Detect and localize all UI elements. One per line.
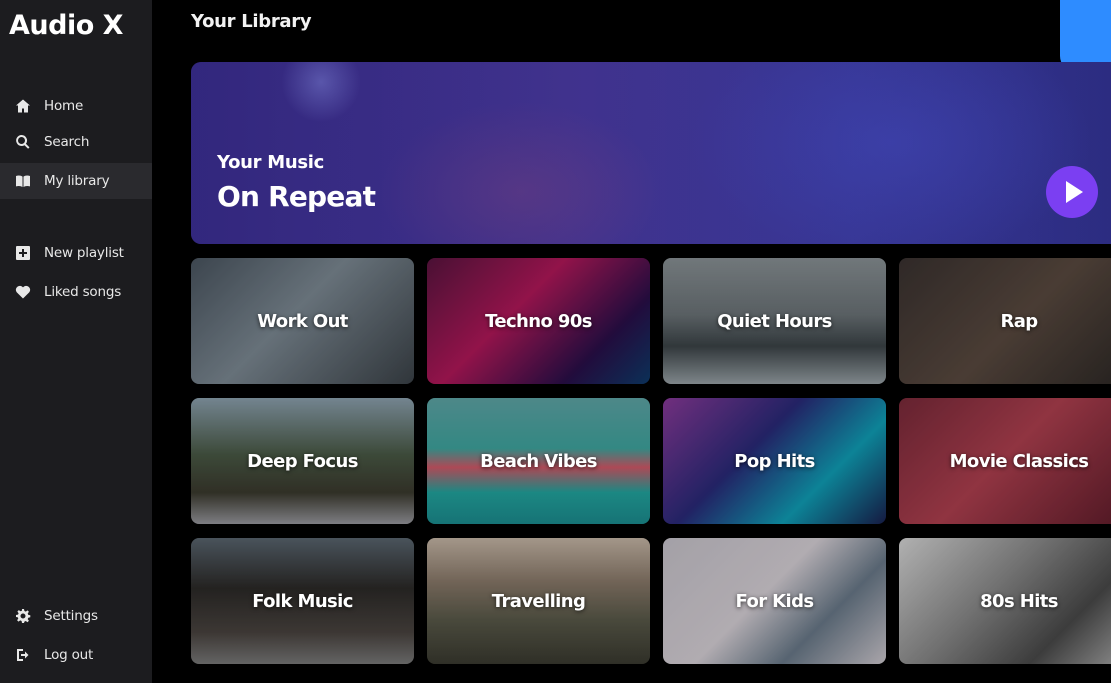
playlist-tile-work-out[interactable]: Work Out [191, 258, 414, 384]
sidebar: Audio X Home Search My library New playl… [0, 0, 152, 683]
sidebar-item-label: Home [44, 98, 84, 114]
sidebar-item-label: Settings [44, 608, 98, 624]
playlist-tile-beach-vibes[interactable]: Beach Vibes [427, 398, 650, 524]
sidebar-item-new-playlist[interactable]: New playlist [0, 235, 152, 271]
playlist-tile-travelling[interactable]: Travelling [427, 538, 650, 664]
tile-label: Beach Vibes [480, 450, 597, 472]
playlist-tile-pop-hits[interactable]: Pop Hits [663, 398, 886, 524]
book-icon [14, 172, 32, 190]
sidebar-item-label: New playlist [44, 245, 124, 261]
tile-label: 80s Hits [980, 590, 1058, 612]
app-logo: Audio X [9, 10, 123, 41]
playlist-tile-for-kids[interactable]: For Kids [663, 538, 886, 664]
sidebar-item-search[interactable]: Search [0, 124, 152, 160]
tile-label: Movie Classics [949, 450, 1089, 472]
page-title: Your Library [191, 11, 312, 32]
logout-icon [14, 646, 32, 664]
tile-label: Folk Music [252, 590, 353, 612]
tile-label: Work Out [257, 310, 348, 332]
sidebar-item-label: Liked songs [44, 284, 122, 300]
sidebar-item-my-library[interactable]: My library [0, 163, 152, 199]
hero-banner-on-repeat[interactable]: Your Music On Repeat [191, 62, 1111, 244]
playlist-tile-deep-focus[interactable]: Deep Focus [191, 398, 414, 524]
tile-label: Travelling [491, 590, 586, 612]
sidebar-item-log-out[interactable]: Log out [0, 637, 152, 673]
tile-label: Pop Hits [734, 450, 815, 472]
sidebar-item-label: Log out [44, 647, 94, 663]
tile-label: Deep Focus [247, 450, 358, 472]
gear-icon [14, 607, 32, 625]
plus-square-icon [14, 244, 32, 262]
main-content: Your Library Your Music On Repeat Work O… [152, 0, 1111, 683]
playlist-tile-quiet-hours[interactable]: Quiet Hours [663, 258, 886, 384]
play-button[interactable] [1046, 166, 1098, 218]
playlist-tile-movie-classics[interactable]: Movie Classics [899, 398, 1111, 524]
tile-label: Quiet Hours [717, 310, 832, 332]
tile-label: Techno 90s [485, 310, 592, 332]
sidebar-item-label: Search [44, 134, 90, 150]
sidebar-item-label: My library [44, 173, 110, 189]
search-icon [14, 133, 32, 151]
heart-icon [14, 283, 32, 301]
playlist-tile-rap[interactable]: Rap [899, 258, 1111, 384]
sidebar-item-settings[interactable]: Settings [0, 598, 152, 634]
sidebar-item-home[interactable]: Home [0, 88, 152, 124]
playlist-tile-folk-music[interactable]: Folk Music [191, 538, 414, 664]
tile-label: Rap [1000, 310, 1038, 332]
play-icon [1066, 181, 1083, 203]
hero-subtitle: Your Music [217, 152, 324, 173]
playlist-tile-80s-hits[interactable]: 80s Hits [899, 538, 1111, 664]
sidebar-item-liked-songs[interactable]: Liked songs [0, 274, 152, 310]
playlist-tile-techno-90s[interactable]: Techno 90s [427, 258, 650, 384]
hero-title: On Repeat [217, 180, 376, 213]
tile-label: For Kids [735, 590, 815, 612]
home-icon [14, 97, 32, 115]
